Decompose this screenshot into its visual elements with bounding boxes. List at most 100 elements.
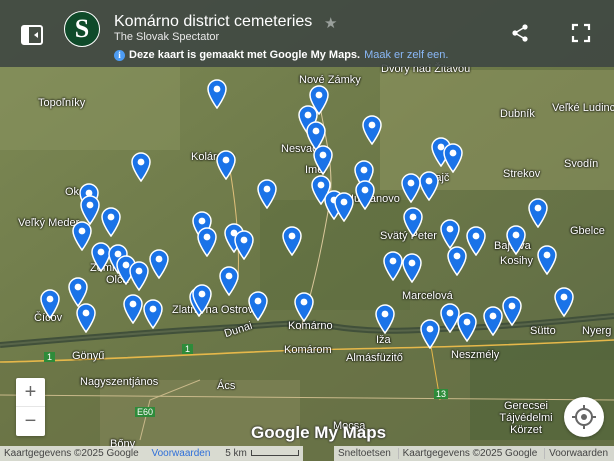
map-marker-icon	[403, 207, 423, 237]
map-marker-icon	[123, 294, 143, 324]
cemetery-pin[interactable]	[401, 253, 423, 283]
place-label: Sütto	[530, 325, 556, 337]
cemetery-pin[interactable]	[233, 230, 255, 260]
map-marker-icon	[440, 219, 460, 249]
fullscreen-button[interactable]	[570, 22, 592, 44]
cemetery-pin[interactable]	[312, 145, 334, 175]
map-attribution: Kaartgegevens ©2025 Google	[4, 448, 139, 459]
terms-link[interactable]: Voorwaarden	[151, 448, 210, 459]
footer-right: Sneltoetsen Kaartgegevens ©2025 Google V…	[334, 446, 614, 461]
cemetery-pin[interactable]	[215, 150, 237, 180]
cemetery-pin[interactable]	[206, 79, 228, 109]
map-marker-icon	[219, 266, 239, 296]
road-shield: 1	[182, 344, 194, 354]
info-icon: i	[114, 49, 125, 61]
map-marker-icon	[443, 143, 463, 173]
cemetery-pin[interactable]	[100, 207, 122, 237]
map-marker-icon	[149, 249, 169, 279]
star-icon[interactable]: ★	[324, 14, 337, 32]
cemetery-pin[interactable]	[419, 319, 441, 349]
cemetery-pin[interactable]	[446, 246, 468, 276]
cemetery-pin[interactable]	[402, 207, 424, 237]
place-label: Marcelová	[402, 290, 453, 302]
map-marker-icon	[248, 291, 268, 321]
map-marker-icon	[528, 198, 548, 228]
map-marker-icon	[40, 289, 60, 319]
map-attribution-right: Kaartgegevens ©2025 Google	[397, 448, 542, 459]
cemetery-pin[interactable]	[333, 192, 355, 222]
map-marker-icon	[334, 192, 354, 222]
cemetery-pin[interactable]	[501, 296, 523, 326]
cemetery-pin[interactable]	[361, 115, 383, 145]
place-label: Kosihy	[500, 255, 534, 267]
map-marker-icon	[402, 253, 422, 283]
cemetery-pin[interactable]	[465, 226, 487, 256]
google-my-maps-logo: Google My Maps	[251, 423, 387, 442]
scale-bar	[250, 450, 299, 457]
cemetery-pin[interactable]	[75, 303, 97, 333]
map-marker-icon	[192, 284, 212, 314]
notice-text: Deze kaart is gemaakt met Google My Maps…	[129, 49, 361, 61]
map-marker-icon	[294, 292, 314, 322]
cemetery-pin[interactable]	[418, 171, 440, 201]
cemetery-pin[interactable]	[374, 304, 396, 334]
cemetery-pin[interactable]	[442, 143, 464, 173]
cemetery-pin[interactable]	[456, 312, 478, 342]
map-marker-icon	[355, 180, 375, 210]
map-marker-icon	[282, 226, 302, 256]
cemetery-pin[interactable]	[505, 225, 527, 255]
cemetery-pin[interactable]	[527, 198, 549, 228]
map-marker-icon	[101, 207, 121, 237]
place-label: Gbelce	[570, 225, 605, 237]
cemetery-pin[interactable]	[142, 299, 164, 329]
place-label: Neszmély	[451, 349, 500, 361]
cemetery-pin[interactable]	[553, 287, 575, 317]
cemetery-pin[interactable]	[130, 152, 152, 182]
create-map-link[interactable]: Maak er zelf een.	[364, 49, 448, 61]
cemetery-pin[interactable]	[128, 261, 150, 291]
map-canvas[interactable]: Nové Zámky Dvory nad Žitavou Topoľníky D…	[0, 0, 614, 461]
road-shield: 13	[434, 389, 449, 399]
place-label: Gerecsei Tájvédelmi Körzet	[499, 400, 553, 436]
cemetery-pin[interactable]	[218, 266, 240, 296]
map-marker-icon	[506, 225, 526, 255]
terms-link-right[interactable]: Voorwaarden	[544, 448, 613, 459]
map-marker-icon	[257, 179, 277, 209]
scale-label: 5 km	[225, 448, 247, 459]
place-label: Svodín	[564, 158, 599, 170]
keyboard-shortcuts-link[interactable]: Sneltoetsen	[334, 448, 395, 459]
cemetery-pin[interactable]	[536, 245, 558, 275]
cemetery-pin[interactable]	[293, 292, 315, 322]
cemetery-pin[interactable]	[354, 180, 376, 210]
zoom-out-button[interactable]: −	[16, 407, 45, 436]
cemetery-pin[interactable]	[122, 294, 144, 324]
place-label: Komárom	[284, 344, 332, 356]
place-label: Almásfüzitő	[346, 352, 403, 364]
map-header: S Komárno district cemeteries ★ The Slov…	[0, 0, 614, 67]
map-marker-icon	[207, 79, 227, 109]
cemetery-pin[interactable]	[439, 219, 461, 249]
my-maps-notice: i Deze kaart is gemaakt met Google My Map…	[114, 49, 448, 61]
cemetery-pin[interactable]	[281, 226, 303, 256]
road-shield: 1	[44, 352, 56, 362]
cemetery-pin[interactable]	[196, 227, 218, 257]
legend-toggle-button[interactable]	[20, 24, 44, 46]
map-marker-icon	[419, 171, 439, 201]
fullscreen-icon	[571, 23, 591, 43]
place-label: Veľké Ludince	[552, 102, 614, 114]
my-location-button[interactable]	[564, 397, 604, 437]
cemetery-pin[interactable]	[39, 289, 61, 319]
road-shield: E60	[135, 407, 156, 417]
map-marker-icon	[143, 299, 163, 329]
cemetery-pin[interactable]	[256, 179, 278, 209]
map-marker-icon	[129, 261, 149, 291]
cemetery-pin[interactable]	[148, 249, 170, 279]
cemetery-pin[interactable]	[191, 284, 213, 314]
map-marker-icon	[375, 304, 395, 334]
share-button[interactable]	[509, 22, 531, 44]
map-subtitle: The Slovak Spectator	[114, 31, 220, 43]
cemetery-pin[interactable]	[247, 291, 269, 321]
zoom-in-button[interactable]: +	[16, 378, 45, 407]
place-label: Ács	[217, 380, 236, 392]
map-marker-icon	[216, 150, 236, 180]
